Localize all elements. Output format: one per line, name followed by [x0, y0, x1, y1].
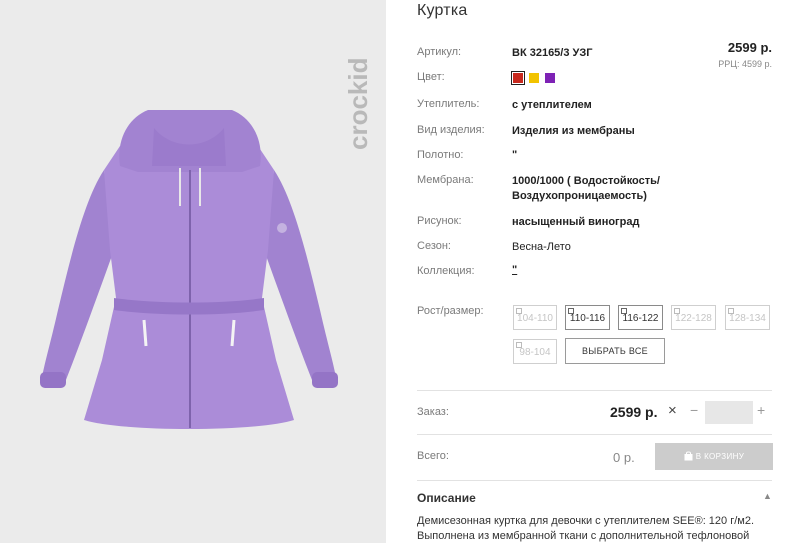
- size-option-label: 116-122: [622, 313, 659, 324]
- jacket-image: [40, 110, 338, 429]
- size-option-98-104[interactable]: 98-104: [513, 339, 557, 364]
- brand-logo-text: crockid: [345, 58, 373, 151]
- size-option-104-110[interactable]: 104-110: [513, 305, 557, 330]
- size-option-116-122[interactable]: 116-122: [618, 305, 663, 330]
- spec-label-fabric: Полотно:: [417, 149, 464, 161]
- spec-value-pattern: насыщенный виноград: [512, 216, 640, 228]
- spec-value-membrane: 1000/1000 ( Водостойкость/ Воздухопрониц…: [512, 175, 660, 202]
- spec-value-type: Изделия из мембраны: [512, 125, 635, 137]
- spec-value-fabric: ": [512, 149, 518, 161]
- checkbox-corner-icon: [728, 308, 734, 314]
- spec-value-collection: ": [512, 264, 518, 276]
- order-label: Заказ:: [417, 406, 449, 418]
- divider: [417, 434, 772, 435]
- select-all-button[interactable]: ВЫБРАТЬ ВСЕ: [565, 338, 665, 364]
- color-swatch-red[interactable]: [511, 71, 525, 85]
- spec-label-article: Артикул:: [417, 46, 462, 58]
- total-label: Всего:: [417, 450, 449, 462]
- divider: [417, 480, 772, 481]
- chevron-up-icon[interactable]: ▲: [763, 491, 772, 501]
- color-swatches: [511, 71, 561, 85]
- spec-value-article: ВК 32165/3 УЗГ: [512, 47, 593, 59]
- checkbox-corner-icon: [516, 308, 522, 314]
- checkbox-corner-icon: [516, 342, 522, 348]
- spec-label-type: Вид изделия:: [417, 124, 485, 136]
- spec-label-pattern: Рисунок:: [417, 215, 462, 227]
- increase-quantity-button[interactable]: +: [757, 402, 765, 418]
- order-price: 2599 р.: [610, 404, 658, 420]
- spec-value-insulation: с утеплителем: [512, 99, 592, 111]
- checkbox-corner-icon: [674, 308, 680, 314]
- spec-label-collection: Коллекция:: [417, 265, 475, 277]
- product-price: 2599 р.: [727, 40, 772, 55]
- size-option-110-116[interactable]: 110-116: [565, 305, 610, 330]
- product-photo: crockid: [0, 0, 386, 543]
- spec-label-membrane: Мембрана:: [417, 174, 474, 186]
- sizes-label: Рост/размер:: [417, 305, 484, 317]
- quantity-input[interactable]: [705, 401, 753, 424]
- spec-value-season: Весна-Лето: [512, 241, 571, 253]
- color-swatch-yellow[interactable]: [529, 73, 539, 83]
- description-text: Демисезонная куртка для девочки с утепли…: [417, 515, 755, 542]
- divider: [417, 390, 772, 391]
- size-option-122-128[interactable]: 122-128: [671, 305, 716, 330]
- size-option-label: 122-128: [675, 313, 712, 324]
- product-rrp: РРЦ: 4599 р.: [718, 59, 772, 69]
- total-price: 0 р.: [613, 450, 635, 465]
- size-option-label: 98-104: [519, 347, 551, 358]
- product-page: crockid Куртка 2599 р. РРЦ: 4599 р. Арти…: [0, 0, 800, 543]
- size-option-label: 104-110: [517, 313, 553, 324]
- decrease-quantity-button[interactable]: −: [690, 402, 698, 418]
- shopping-bag-icon: [684, 451, 693, 461]
- checkbox-corner-icon: [568, 308, 574, 314]
- size-option-label: 110-116: [569, 313, 606, 324]
- spec-label-insulation: Утеплитель:: [417, 98, 480, 110]
- add-to-cart-label: В КОРЗИНУ: [695, 452, 745, 461]
- add-to-cart-button[interactable]: В КОРЗИНУ: [655, 443, 773, 470]
- size-option-label: 128-134: [729, 313, 766, 324]
- product-details: Куртка 2599 р. РРЦ: 4599 р. Артикул: ВК …: [417, 0, 777, 543]
- size-option-128-134[interactable]: 128-134: [725, 305, 770, 330]
- description-title[interactable]: Описание: [417, 491, 476, 505]
- times-icon: ×: [668, 402, 677, 419]
- checkbox-corner-icon: [621, 308, 627, 314]
- spec-label-season: Сезон:: [417, 240, 451, 252]
- brand-logo: crockid: [345, 18, 375, 151]
- product-title: Куртка: [417, 2, 468, 19]
- spec-label-color: Цвет:: [417, 71, 445, 83]
- color-swatch-purple[interactable]: [545, 73, 555, 83]
